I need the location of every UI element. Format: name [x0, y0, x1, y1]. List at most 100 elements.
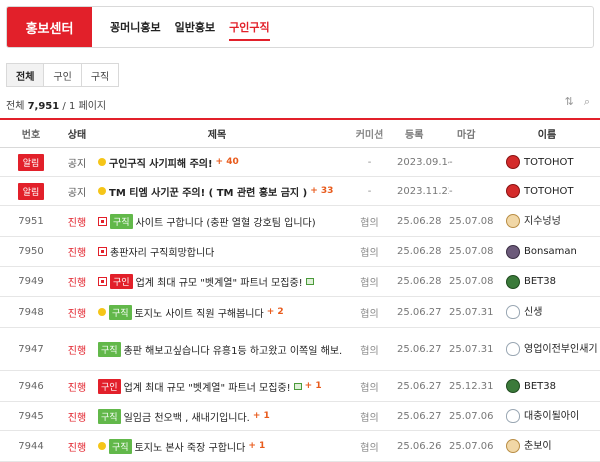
row-num: 알림: [0, 182, 62, 200]
list-tools: ⇅ ⌕: [565, 95, 590, 109]
row-commission: 협의: [360, 217, 379, 229]
comment-count: + 33: [310, 186, 334, 196]
row-commission: 협의: [360, 345, 379, 357]
table-row[interactable]: 알림 공지 구인구직 사기피해 주의! + 40-2023.09.14- TOTOHOT: [0, 148, 600, 177]
post-title-link[interactable]: 토지노 본사 죽장 구합니다: [135, 439, 246, 454]
tab-general-promo[interactable]: 일반홍보: [175, 17, 215, 37]
row-num: 7948: [18, 306, 44, 318]
row-registered: 25.06.27: [397, 343, 442, 355]
post-title-link[interactable]: 총판 해보고싶습니다 유흥1등 하고왔고 이쪽일 해보...: [124, 342, 342, 357]
row-author[interactable]: TOTOHOT: [494, 155, 600, 170]
avatar-icon: [506, 342, 520, 356]
tab-money-promo[interactable]: 꽁머니홍보: [110, 17, 161, 37]
col-status: 상태: [67, 130, 87, 141]
row-status: 진행: [67, 308, 87, 320]
col-num: 번호: [21, 130, 41, 141]
row-author[interactable]: 영업이전부인새기: [494, 342, 600, 357]
avatar-icon: [506, 155, 520, 169]
table-row[interactable]: 7945 진행 구직 일임금 천오백 , 새내기입니다. + 1 협의 25.06.27 25…: [0, 402, 600, 431]
row-registered: 25.06.28: [397, 246, 442, 257]
summary-prefix: 전체: [6, 101, 25, 112]
post-title-link[interactable]: 토지노 사이트 직원 구해봅니다: [135, 305, 264, 320]
row-num: 7950: [18, 246, 44, 257]
table-header: 번호 상태 제목 커미션 등록 마감 이름: [0, 118, 600, 148]
row-status: 진행: [67, 278, 87, 289]
sort-icon[interactable]: ⇅: [565, 95, 574, 109]
new-dot-icon: [98, 442, 106, 450]
row-registered: 25.06.27: [397, 410, 442, 422]
notice-badge: 알림: [17, 153, 45, 171]
row-author[interactable]: 대충이될아이: [494, 409, 600, 424]
table-row[interactable]: 7948 진행 구직 토지노 사이트 직원 구해봅니다 + 2 협의 25.06.27 25.…: [0, 297, 600, 328]
table-row[interactable]: 7944 진행 구직 토지노 본사 죽장 구합니다 + 1 협의 25.06.26 25.07…: [0, 431, 600, 462]
row-title-cell: 구직 일임금 천오백 , 새내기입니다. + 1: [92, 408, 342, 424]
row-deadline: 25.07.06: [449, 410, 494, 422]
row-num: 7951: [18, 215, 44, 227]
row-num: 7946: [18, 380, 44, 392]
row-status: 진행: [67, 248, 87, 259]
row-author[interactable]: 지수넝넝: [494, 214, 600, 229]
subtab-hiring[interactable]: 구인: [44, 63, 82, 87]
row-author[interactable]: TOTOHOT: [494, 184, 600, 199]
row-registered: 2023.11.22: [397, 185, 449, 197]
row-num: 7945: [18, 410, 44, 422]
col-registered: 등록: [405, 130, 424, 141]
row-deadline: 25.07.08: [449, 276, 494, 287]
col-commission: 커미션: [355, 130, 384, 141]
post-title-link[interactable]: TM 티엠 사기꾼 주의! ( TM 관련 홍보 금지 ): [109, 184, 307, 199]
row-commission: 협의: [360, 412, 379, 424]
header-tabs: 꽁머니홍보 일반홍보 구인구직: [110, 7, 271, 47]
row-registered: 25.06.27: [397, 380, 442, 392]
table-row[interactable]: 7950 진행 총판자리 구직희망합니다 협의 25.06.28 25.07.08 Bons…: [0, 237, 600, 267]
tab-job-board[interactable]: 구인구직: [229, 17, 271, 41]
post-title-link[interactable]: 사이트 구합니다 (충판 열혈 강호팀 입니다): [136, 214, 316, 229]
notice-badge: 알림: [17, 182, 45, 200]
post-type-tag: 구직: [110, 213, 133, 229]
post-title-link[interactable]: 총판자리 구직희망합니다: [110, 244, 214, 259]
row-author[interactable]: BET38: [494, 274, 600, 289]
row-status: 공지: [67, 158, 87, 170]
col-deadline: 마감: [457, 130, 476, 141]
table-row[interactable]: 7947 진행 구직총판 해보고싶습니다 유흥1등 하고왔고 이쪽일 해보...+ …: [0, 328, 600, 371]
table-row[interactable]: 알림 공지 TM 티엠 사기꾼 주의! ( TM 관련 홍보 금지 ) + 33 -20…: [0, 177, 600, 206]
table-row[interactable]: 7951 진행 구직 사이트 구합니다 (충판 열혈 강호팀 입니다) 협의 25.06.…: [0, 206, 600, 237]
row-commission: 협의: [360, 382, 379, 394]
row-status: 진행: [67, 442, 87, 454]
flag-square-icon: [98, 277, 107, 286]
row-title-cell: 구직총판 해보고싶습니다 유흥1등 하고왔고 이쪽일 해보...+ 1: [92, 341, 342, 357]
post-title-link[interactable]: 일임금 천오백 , 새내기입니다.: [124, 409, 250, 424]
row-author[interactable]: BET38: [494, 379, 600, 394]
subtab-all[interactable]: 전체: [6, 63, 45, 87]
author-name: 영업이전부인새기: [524, 343, 598, 355]
search-icon[interactable]: ⌕: [584, 95, 590, 109]
comment-count: + 1: [248, 441, 266, 451]
row-commission: 협의: [360, 248, 379, 259]
row-author[interactable]: Bonsaman: [494, 244, 600, 259]
table-row[interactable]: 7949 진행 구인 업계 최대 규모 "벳계열" 파트너 모집중! 협의 25.06.2…: [0, 267, 600, 297]
row-author[interactable]: 춘보이: [494, 439, 600, 454]
avatar-icon: [506, 184, 520, 198]
row-deadline: 25.07.08: [449, 246, 494, 257]
post-title-link[interactable]: 업계 최대 규모 "벳계열" 파트너 모집중!: [124, 379, 291, 394]
new-dot-icon: [98, 158, 106, 166]
post-title-link[interactable]: 업계 최대 규모 "벳계열" 파트너 모집중!: [136, 274, 303, 289]
row-status: 진행: [67, 345, 87, 357]
row-author[interactable]: 신생: [494, 305, 600, 320]
post-title-link[interactable]: 구인구직 사기피해 주의!: [109, 155, 213, 170]
row-deadline: -: [449, 185, 453, 197]
subtab-seeking[interactable]: 구직: [81, 63, 120, 87]
row-title-cell: 구인구직 사기피해 주의! + 40: [92, 155, 342, 170]
row-num: 알림: [0, 153, 62, 171]
post-type-tag: 구인: [110, 274, 133, 289]
row-deadline: 25.07.31: [449, 343, 494, 355]
avatar-icon: [506, 244, 520, 259]
table-row[interactable]: 7946 진행 구인 업계 최대 규모 "벳계열" 파트너 모집중! + 1 협의 25.0…: [0, 371, 600, 402]
row-deadline: 25.07.31: [449, 306, 494, 318]
row-num: 7944: [18, 440, 44, 452]
avatar-icon: [506, 409, 520, 423]
row-status: 공지: [67, 187, 87, 199]
row-num: 7947: [18, 343, 44, 355]
new-dot-icon: [98, 187, 106, 195]
promo-center-header: 홍보센터 꽁머니홍보 일반홍보 구인구직: [6, 6, 594, 48]
image-attachment-icon: [293, 382, 302, 390]
